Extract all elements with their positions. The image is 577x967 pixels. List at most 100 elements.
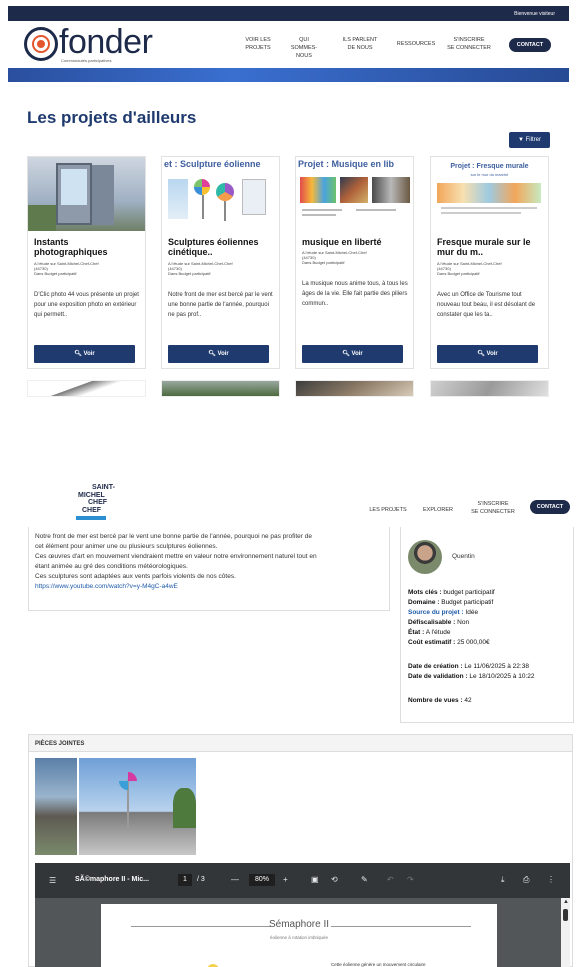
pdf-page-count: / 3	[197, 876, 205, 883]
info-value: Budget participatif	[441, 599, 494, 606]
info-value: 25 000,00€	[457, 639, 490, 646]
more-options-icon[interactable]: ⋮	[547, 875, 555, 884]
project-card[interactable]: et : Sculpture éolienne Sculptures éolie…	[161, 156, 280, 369]
source-link[interactable]: Source du projet :	[408, 609, 464, 616]
attachments-header: PIÈCES JOINTES	[28, 734, 573, 752]
info-value: A l'étude	[425, 629, 451, 636]
search-icon: 🔍︎	[477, 351, 485, 357]
project-card-partial[interactable]	[27, 380, 146, 397]
nav-label: VOIR LES	[245, 37, 271, 43]
logo-gear-icon	[24, 27, 58, 61]
voir-label: Voir	[83, 351, 95, 357]
nav-label: SE CONNECTER	[447, 45, 491, 51]
thumb-title: Projet : Musique en lib	[298, 159, 395, 169]
nav-explorer[interactable]: EXPLORER	[420, 506, 456, 514]
print-icon[interactable]: ⎙	[523, 875, 529, 885]
undo-icon[interactable]: ↶	[387, 875, 394, 884]
youtube-link[interactable]: https://www.youtube.com/watch?v=y-M4gC-a…	[35, 583, 178, 590]
card-title[interactable]: Fresque murale sur le mur du m..	[437, 237, 545, 257]
pdf-zoom-input[interactable]: 80%	[249, 874, 275, 886]
card-meta: A l'étude sur Saint-Michel-Chef-Chef (44…	[168, 261, 276, 276]
logo-line: SAINT-	[92, 484, 115, 491]
contact-button[interactable]: CONTACT	[509, 38, 551, 52]
pdf-doc-subtitle: éolienne à rotation imbriquée	[269, 935, 329, 940]
info-value: Le 11/06/2025 à 22:38	[464, 663, 529, 670]
nav-label: RESSOURCES	[396, 41, 436, 47]
card-title[interactable]: Instants photographiques	[34, 237, 142, 257]
project-card[interactable]: Projet : Musique en lib musique en liber…	[295, 156, 414, 369]
logo-word: fonder	[59, 23, 153, 61]
voir-button[interactable]: 🔍︎ Voir	[437, 345, 538, 363]
pdf-page-input[interactable]: 1	[178, 874, 192, 886]
download-icon[interactable]: ⤓	[501, 875, 505, 885]
project-card-partial[interactable]	[295, 380, 414, 397]
voir-button[interactable]: 🔍︎ Voir	[302, 345, 403, 363]
project-card[interactable]: Instants photographiques A l'étude sur S…	[27, 156, 146, 369]
attachment-image[interactable]	[35, 758, 196, 855]
info-defiscalisable: Défiscalisable : Non	[408, 618, 469, 628]
annotate-icon[interactable]: ✎	[361, 875, 368, 884]
card-category: Dans Budget participatif	[168, 271, 211, 276]
project-card[interactable]: Projet : Fresque murale sur le mur du ma…	[430, 156, 549, 369]
desc-line: cet élément pour animer une ou plusieurs…	[35, 543, 218, 550]
pdf-page: Sémaphore II éolienne à rotation imbriqu…	[101, 904, 497, 967]
info-label: Coût estimatif :	[408, 639, 456, 646]
pdf-viewport[interactable]: Sémaphore II éolienne à rotation imbriqu…	[35, 898, 570, 967]
zoom-out-icon[interactable]: —	[231, 875, 239, 884]
info-date-creation: Date de création : Le 11/06/2025 à 22:38	[408, 662, 529, 672]
info-label: Date de validation :	[408, 673, 468, 680]
thumb-title: et : Sculpture éolienne	[164, 159, 261, 169]
nav-inscrire-connecter[interactable]: S'INSCRIRE SE CONNECTER	[466, 500, 520, 516]
filter-button[interactable]: ▼ Filtrer	[509, 132, 550, 148]
scroll-up-icon[interactable]: ▲	[563, 899, 569, 905]
scroll-thumb[interactable]	[563, 909, 568, 921]
nav-label: LES PROJETS	[369, 507, 407, 513]
card-title[interactable]: Sculptures éoliennes cinétique..	[168, 237, 276, 257]
rotate-icon[interactable]: ⟲	[331, 875, 338, 884]
nav-label: S'INSCRIRE	[453, 37, 485, 43]
zoom-in-icon[interactable]: +	[283, 875, 288, 884]
logo-tagline: Communautés participatives	[61, 58, 112, 63]
card-meta: A l'étude sur Saint-Michel-Chef-Chef (44…	[437, 261, 545, 276]
voir-button[interactable]: 🔍︎ Voir	[34, 345, 135, 363]
top-bar: Bienvenue visiteur	[8, 6, 569, 21]
card-description: La musique nous anime tous, à tous les â…	[302, 281, 408, 307]
contact-button[interactable]: CONTACT	[530, 500, 570, 514]
card-category: Dans Budget participatif	[34, 271, 77, 276]
menu-icon[interactable]: ☰	[49, 876, 56, 885]
project-thumbnail: Projet : Fresque murale sur le mur du ma…	[431, 157, 548, 231]
nav-qui-sommes-nous[interactable]: QUI SOMMES-NOUS	[284, 36, 324, 60]
fonder-logo[interactable]: fonder Communautés participatives	[24, 23, 153, 63]
info-vues: Nombre de vues : 42	[408, 696, 472, 706]
card-description: D'Clic photo 44 vous présente un projet …	[34, 292, 139, 318]
info-cout: Coût estimatif : 25 000,00€	[408, 638, 490, 648]
fit-page-icon[interactable]: ▣	[311, 875, 319, 884]
nav-les-projets[interactable]: LES PROJETS	[366, 506, 410, 514]
card-category: Dans Budget participatif	[302, 260, 345, 265]
project-card-partial[interactable]	[161, 380, 280, 397]
nav-inscrire-connecter[interactable]: S'INSCRIRE SE CONNECTER	[446, 36, 492, 52]
municipality-logo[interactable]: SAINT- MICHEL CHEF CHEF	[78, 484, 138, 514]
nav-ressources[interactable]: RESSOURCES	[394, 40, 438, 48]
nav-ils-parlent[interactable]: ILS PARLENT DE NOUS	[340, 36, 380, 52]
info-label: Domaine :	[408, 599, 440, 606]
info-value: 42	[464, 697, 472, 704]
info-label: Mots clés :	[408, 589, 442, 596]
logo-line: CHEF	[88, 499, 108, 506]
pdf-scrollbar[interactable]: ▲	[561, 898, 570, 967]
card-title[interactable]: musique en liberté	[302, 237, 410, 247]
nav-voir-projets[interactable]: VOIR LES PROJETS	[240, 36, 276, 52]
welcome-text: Bienvenue visiteur	[514, 11, 555, 17]
info-domaine: Domaine : Budget participatif	[408, 598, 493, 608]
info-label: État :	[408, 629, 425, 636]
project-card-partial[interactable]	[430, 380, 549, 397]
search-icon: 🔍︎	[342, 351, 350, 357]
voir-button[interactable]: 🔍︎ Voir	[168, 345, 269, 363]
author-avatar[interactable]	[408, 540, 442, 574]
nav-label: ILS PARLENT	[342, 37, 378, 43]
nav-label: DE NOUS	[347, 45, 373, 51]
author-name[interactable]: Quentin	[452, 553, 475, 560]
card-meta: A l'étude sur Saint-Michel-Chef-Chef (44…	[34, 261, 142, 276]
voir-label: Voir	[486, 351, 498, 357]
redo-icon[interactable]: ↷	[407, 875, 414, 884]
